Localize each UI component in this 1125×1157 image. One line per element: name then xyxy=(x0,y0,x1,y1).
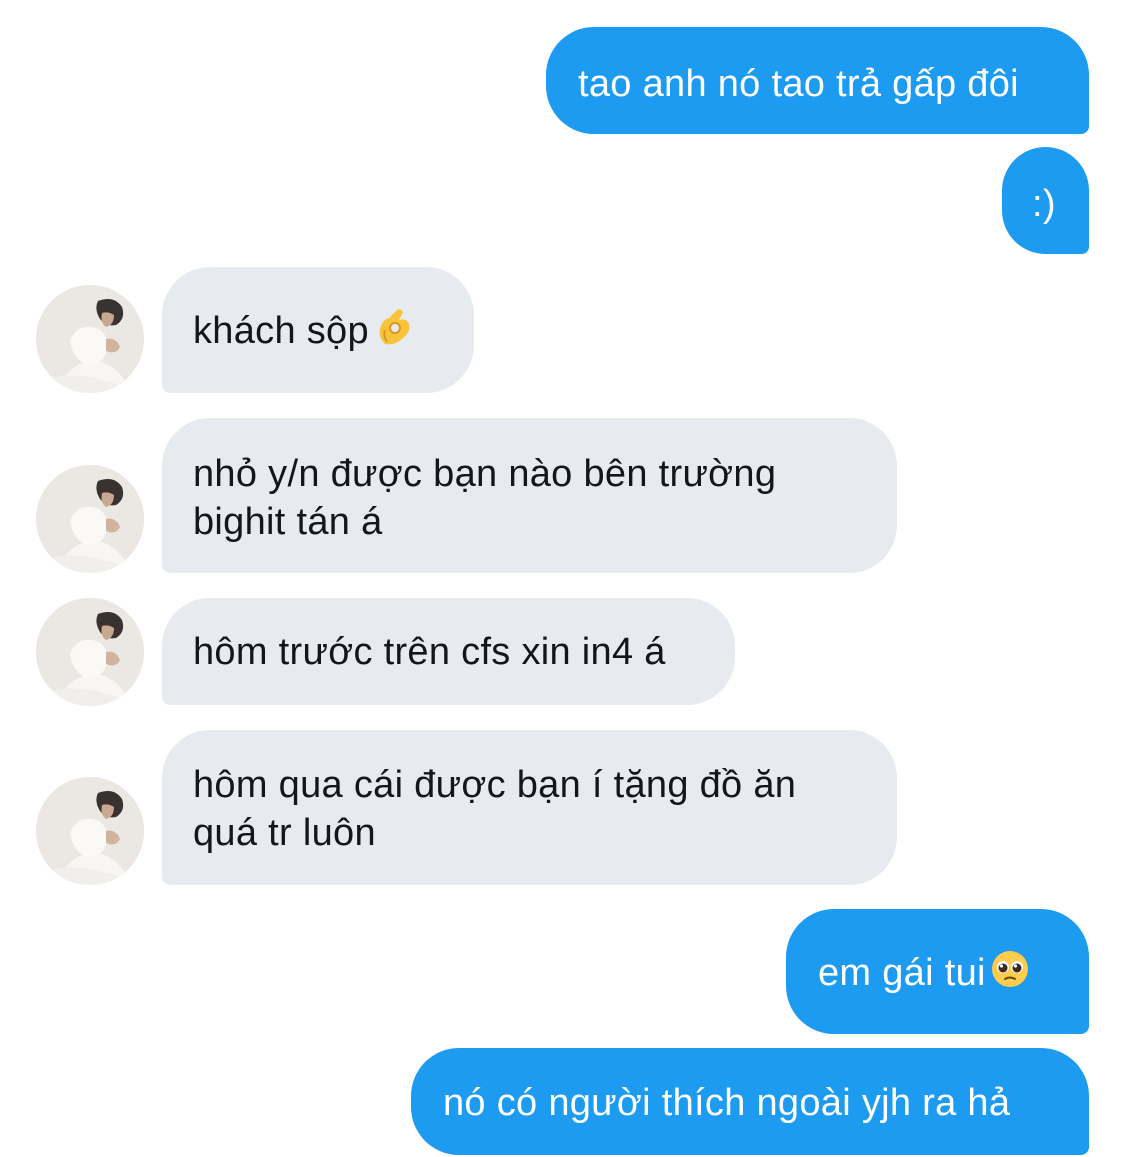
message-bubble-received[interactable]: nhỏ y/n được bạn nào bên trường bighit t… xyxy=(162,418,897,573)
message-text: khách sộp xyxy=(193,310,369,353)
message-bubble-received[interactable]: khách sộp xyxy=(162,267,474,393)
message-bubble-sent[interactable]: :) xyxy=(1002,147,1089,254)
avatar-image xyxy=(36,285,144,393)
message-bubble-sent[interactable]: tao anh nó tao trả gấp đôi xyxy=(546,27,1089,134)
message-text: nó có người thích ngoài yjh ra hả xyxy=(443,1082,1011,1124)
message-text-line: quá tr luôn xyxy=(193,812,376,854)
message-text: :) xyxy=(1032,183,1056,225)
message-text: em gái tui xyxy=(818,952,986,995)
message-text-line: hôm qua cái được bạn í tặng đồ ăn xyxy=(193,764,797,806)
message-bubble-sent[interactable]: em gái tui xyxy=(786,909,1089,1034)
avatar[interactable] xyxy=(36,285,144,393)
avatar[interactable] xyxy=(36,777,144,885)
ok-hand-icon xyxy=(373,306,415,360)
message-text: tao anh nó tao trả gấp đôi xyxy=(578,63,1019,105)
message-text-line: bighit tán á xyxy=(193,501,383,543)
pleading-face-icon xyxy=(990,949,1030,1001)
avatar[interactable] xyxy=(36,598,144,706)
message-text: hôm trước trên cfs xin in4 á xyxy=(193,631,666,673)
message-bubble-received[interactable]: hôm trước trên cfs xin in4 á xyxy=(162,598,735,705)
avatar-image xyxy=(36,598,144,706)
message-bubble-received[interactable]: hôm qua cái được bạn í tặng đồ ăn quá tr… xyxy=(162,730,897,885)
avatar-image xyxy=(36,777,144,885)
message-bubble-sent[interactable]: nó có người thích ngoài yjh ra hả xyxy=(411,1048,1089,1155)
avatar-image xyxy=(36,465,144,573)
avatar[interactable] xyxy=(36,465,144,573)
message-text-line: nhỏ y/n được bạn nào bên trường xyxy=(193,453,777,495)
